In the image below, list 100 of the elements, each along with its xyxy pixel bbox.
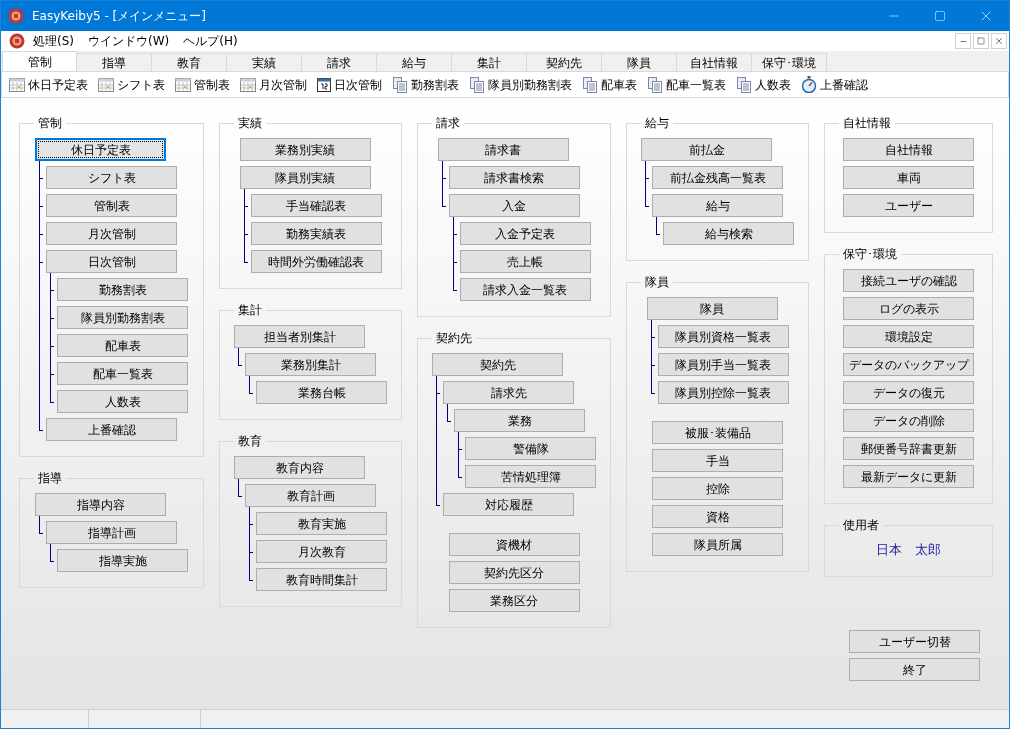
menu-button[interactable]: 勤務割表 bbox=[57, 278, 188, 301]
menu-button[interactable]: 教育実施 bbox=[256, 512, 387, 535]
toolbar-button[interactable]: 配車一覧表 bbox=[647, 75, 726, 94]
menu-button[interactable]: 苦情処理簿 bbox=[465, 465, 596, 488]
menu-button[interactable]: 車両 bbox=[843, 166, 974, 189]
menu-button[interactable]: 業務別実績 bbox=[239, 138, 371, 161]
menu-button[interactable]: 業務 bbox=[454, 409, 585, 432]
menu-button[interactable]: 指導実施 bbox=[57, 549, 188, 572]
menu-button[interactable]: データのバックアップ bbox=[843, 353, 974, 376]
menu-button[interactable]: 手当 bbox=[652, 449, 783, 472]
menu-button[interactable]: 控除 bbox=[652, 477, 783, 500]
menu-button[interactable]: 前払金残高一覧表 bbox=[652, 166, 783, 189]
menu-button[interactable]: 隊員別控除一覧表 bbox=[657, 381, 789, 404]
menu-button[interactable]: 自社情報 bbox=[843, 138, 974, 161]
tab[interactable]: 管制 bbox=[2, 51, 77, 71]
menu-button[interactable]: 上番確認 bbox=[46, 418, 177, 441]
group-title: 隊員 bbox=[644, 274, 670, 291]
menu-button[interactable]: 人数表 bbox=[57, 390, 188, 413]
menu-button[interactable]: 契約先区分 bbox=[448, 561, 580, 584]
menu-item[interactable]: 処理(S) bbox=[33, 32, 74, 50]
toolbar-button[interactable]: 日次管制 bbox=[317, 75, 382, 94]
tab[interactable]: 契約先 bbox=[527, 53, 602, 71]
menu-button[interactable]: 契約先 bbox=[432, 353, 563, 376]
tab[interactable]: 保守･環境 bbox=[752, 53, 827, 71]
menu-button[interactable]: 隊員別勤務割表 bbox=[57, 306, 188, 329]
menu-button[interactable]: 資機材 bbox=[448, 533, 580, 556]
menu-button[interactable]: 売上帳 bbox=[459, 250, 591, 273]
menu-button[interactable]: 前払金 bbox=[641, 138, 772, 161]
restore-icon bbox=[977, 37, 985, 45]
menu-button[interactable]: 最新データに更新 bbox=[843, 465, 974, 488]
menu-button[interactable]: 隊員所属 bbox=[652, 533, 783, 556]
menu-button[interactable]: 警備隊 bbox=[465, 437, 596, 460]
menu-button[interactable]: 月次管制 bbox=[46, 222, 177, 245]
toolbar-button[interactable]: シフト表 bbox=[98, 75, 165, 94]
tab[interactable]: 請求 bbox=[302, 53, 377, 71]
menu-button[interactable]: 隊員 bbox=[646, 297, 778, 320]
menu-button[interactable]: 月次教育 bbox=[256, 540, 387, 563]
menu-button[interactable]: ユーザー bbox=[843, 194, 974, 217]
menu-button[interactable]: 休日予定表 bbox=[35, 138, 166, 161]
menu-button[interactable]: データの復元 bbox=[843, 381, 974, 404]
menu-button[interactable]: 担当者別集計 bbox=[234, 325, 365, 348]
window-title: EasyKeiby5 - [メインメニュー] bbox=[32, 8, 206, 25]
tab[interactable]: 給与 bbox=[377, 53, 452, 71]
menu-button[interactable]: 業務区分 bbox=[448, 589, 580, 612]
menu-button[interactable]: 終了 bbox=[849, 658, 980, 681]
menu-button[interactable]: 配車一覧表 bbox=[57, 362, 188, 385]
menu-button[interactable]: 給与検索 bbox=[663, 222, 794, 245]
tab[interactable]: 集計 bbox=[452, 53, 527, 71]
menu-button[interactable]: 資格 bbox=[652, 505, 783, 528]
menu-button[interactable]: 対応履歴 bbox=[443, 493, 574, 516]
menu-button[interactable]: 請求書検索 bbox=[448, 166, 580, 189]
menu-button[interactable]: 給与 bbox=[652, 194, 783, 217]
tab[interactable]: 指導 bbox=[77, 53, 152, 71]
menu-button[interactable]: 教育計画 bbox=[245, 484, 376, 507]
toolbar-button[interactable]: 配車表 bbox=[582, 75, 637, 94]
menu-button[interactable]: 指導内容 bbox=[35, 493, 166, 516]
menu-button[interactable]: 接続ユーザの確認 bbox=[843, 269, 974, 292]
group-title: 管制 bbox=[37, 115, 63, 132]
tab[interactable]: 自社情報 bbox=[677, 53, 752, 71]
toolbar-button[interactable]: 管制表 bbox=[175, 75, 230, 94]
menu-button[interactable]: 管制表 bbox=[46, 194, 177, 217]
menu-button[interactable]: 隊員別手当一覧表 bbox=[657, 353, 789, 376]
menu-button[interactable]: 業務別集計 bbox=[245, 353, 376, 376]
menu-button[interactable]: 隊員別実績 bbox=[239, 166, 371, 189]
menu-button[interactable]: 環境設定 bbox=[843, 325, 974, 348]
menu-button[interactable]: 教育内容 bbox=[234, 456, 365, 479]
menu-button[interactable]: 手当確認表 bbox=[250, 194, 382, 217]
menu-button[interactable]: 郵便番号辞書更新 bbox=[843, 437, 974, 460]
menu-button[interactable]: 時間外労働確認表 bbox=[250, 250, 382, 273]
menu-button[interactable]: 業務台帳 bbox=[256, 381, 387, 404]
menu-button[interactable]: ユーザー切替 bbox=[849, 630, 980, 653]
menu-item[interactable]: ヘルプ(H) bbox=[183, 32, 238, 50]
menu-button[interactable]: 請求書 bbox=[437, 138, 569, 161]
menu-button[interactable]: 日次管制 bbox=[46, 250, 177, 273]
menu-button[interactable]: 配車表 bbox=[57, 334, 188, 357]
menu-button[interactable]: 指導計画 bbox=[46, 521, 177, 544]
toolbar-button[interactable]: 人数表 bbox=[736, 75, 791, 94]
tab[interactable]: 教育 bbox=[152, 53, 227, 71]
toolbar-button[interactable]: 上番確認 bbox=[801, 75, 868, 94]
tab[interactable]: 隊員 bbox=[602, 53, 677, 71]
menu-button[interactable]: 請求入金一覧表 bbox=[459, 278, 591, 301]
menu-button[interactable]: 勤務実績表 bbox=[250, 222, 382, 245]
toolbar-button[interactable]: 隊員別勤務割表 bbox=[469, 75, 572, 94]
toolbar-button[interactable]: 月次管制 bbox=[240, 75, 307, 94]
menu-button[interactable]: 入金 bbox=[448, 194, 580, 217]
menu-button[interactable]: 隊員別資格一覧表 bbox=[657, 325, 789, 348]
menu-button[interactable]: データの削除 bbox=[843, 409, 974, 432]
toolbar-button[interactable]: 勤務割表 bbox=[392, 75, 459, 94]
menu-item[interactable]: ウインドウ(W) bbox=[88, 32, 170, 50]
close-button[interactable] bbox=[991, 33, 1007, 49]
tab[interactable]: 実績 bbox=[227, 53, 302, 71]
menu-button[interactable]: ログの表示 bbox=[843, 297, 974, 320]
menu-button[interactable]: 請求先 bbox=[443, 381, 574, 404]
menu-button[interactable]: 入金予定表 bbox=[459, 222, 591, 245]
menu-button[interactable]: シフト表 bbox=[46, 166, 177, 189]
documents-icon bbox=[392, 76, 408, 93]
menu-button[interactable]: 教育時間集計 bbox=[256, 568, 387, 591]
minimize-button[interactable] bbox=[955, 33, 971, 49]
menu-button[interactable]: 被服･装備品 bbox=[652, 421, 783, 444]
toolbar-button[interactable]: 休日予定表 bbox=[9, 75, 88, 94]
